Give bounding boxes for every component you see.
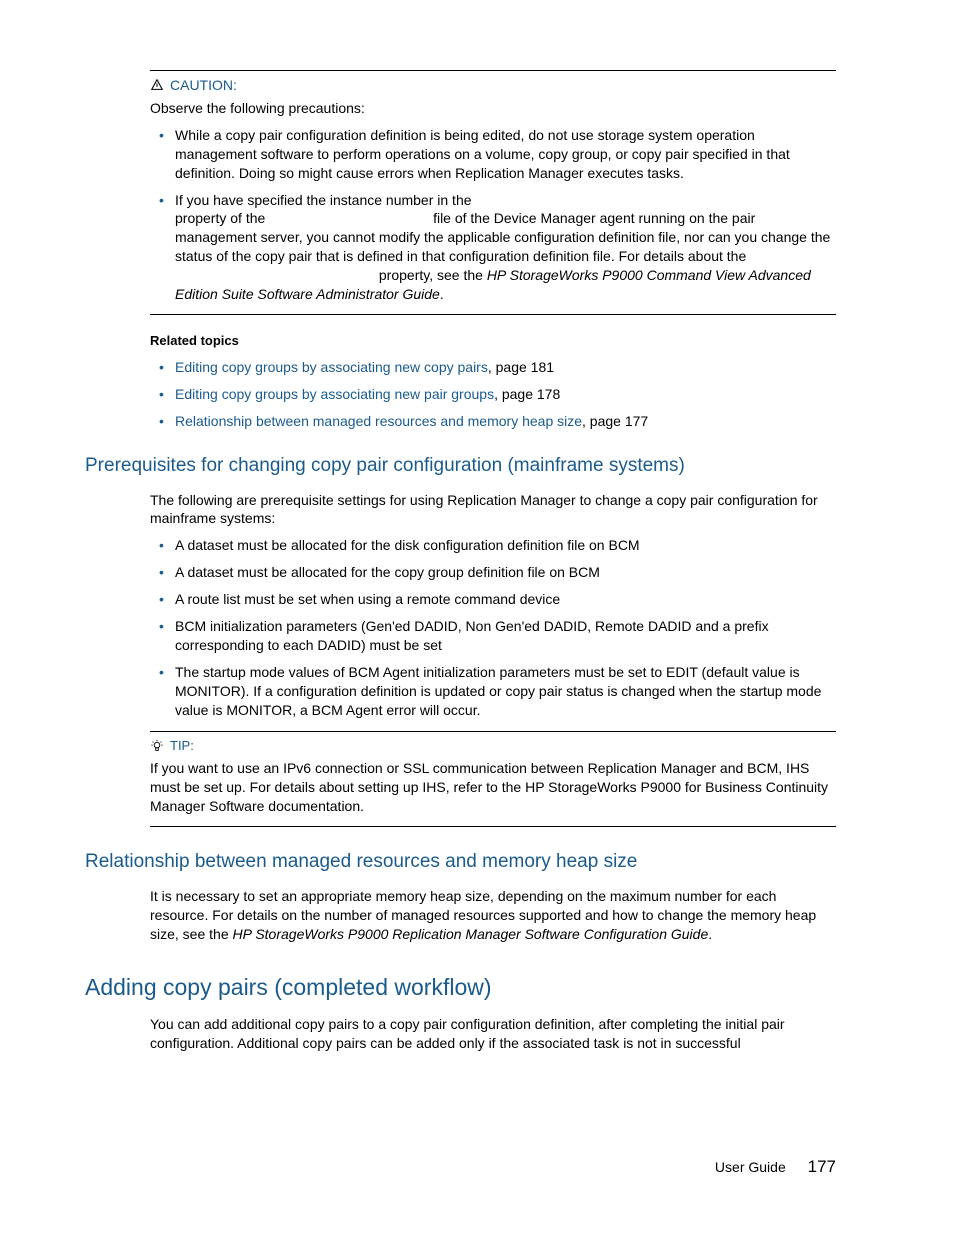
caution-bullet: While a copy pair configuration definiti… — [175, 126, 836, 183]
tip-header: TIP: — [150, 738, 836, 753]
adding-text: You can add additional copy pairs to a c… — [150, 1015, 836, 1053]
related-link[interactable]: Editing copy groups by associating new p… — [175, 386, 494, 402]
lightbulb-icon — [150, 739, 164, 753]
related-link-item: Editing copy groups by associating new p… — [175, 385, 836, 404]
caution-label: CAUTION: — [170, 77, 237, 93]
related-topics-heading: Related topics — [150, 333, 836, 348]
adding-heading: Adding copy pairs (completed workflow) — [85, 974, 836, 1001]
prereq-bullet: The startup mode values of BCM Agent ini… — [175, 663, 836, 720]
caution-intro: Observe the following precautions: — [150, 99, 836, 118]
prereq-bullet: A dataset must be allocated for the disk… — [175, 536, 836, 555]
related-link-item: Relationship between managed resources a… — [175, 412, 836, 431]
caution-bullet: If you have specified the instance numbe… — [175, 191, 836, 304]
caution-header: CAUTION: — [150, 77, 836, 93]
page-footer: User Guide 177 — [715, 1157, 836, 1177]
page-number: 177 — [808, 1157, 836, 1176]
relationship-heading: Relationship between managed resources a… — [85, 851, 836, 873]
related-link[interactable]: Relationship between managed resources a… — [175, 413, 582, 429]
prereq-bullet: A dataset must be allocated for the copy… — [175, 563, 836, 582]
related-topics-list: Editing copy groups by associating new c… — [175, 358, 836, 431]
footer-label: User Guide — [715, 1159, 786, 1175]
prereq-heading: Prerequisites for changing copy pair con… — [85, 455, 836, 477]
caution-triangle-icon — [150, 78, 164, 92]
related-link-item: Editing copy groups by associating new c… — [175, 358, 836, 377]
tip-text: If you want to use an IPv6 connection or… — [150, 759, 836, 816]
relationship-text: It is necessary to set an appropriate me… — [150, 887, 836, 944]
prereq-bullet: A route list must be set when using a re… — [175, 590, 836, 609]
prereq-list: A dataset must be allocated for the disk… — [175, 536, 836, 719]
related-link[interactable]: Editing copy groups by associating new c… — [175, 359, 488, 375]
caution-list: While a copy pair configuration definiti… — [175, 126, 836, 304]
tip-label: TIP: — [170, 738, 194, 753]
prereq-intro: The following are prerequisite settings … — [150, 491, 836, 529]
prereq-bullet: BCM initialization parameters (Gen'ed DA… — [175, 617, 836, 655]
